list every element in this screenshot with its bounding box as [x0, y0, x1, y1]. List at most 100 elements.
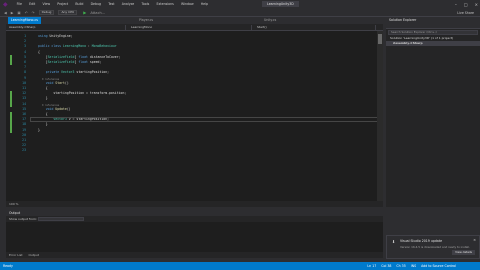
code-line[interactable]: [SerializeField] float distanceToCover; — [38, 55, 121, 59]
codelens-references[interactable]: 0 references — [42, 104, 59, 108]
minimize-icon[interactable]: – — [455, 0, 457, 9]
document-tabs: LearningMono.cs Player.cs Unity.cs — [6, 17, 383, 24]
notification-title: Visual Studio 2019 update — [400, 239, 443, 243]
line-number: 18 — [22, 122, 26, 127]
line-number: 16 — [22, 112, 26, 116]
visual-studio-logo-icon: ◆ — [3, 0, 8, 8]
code-line[interactable]: [SerializeField] float speed; — [38, 60, 102, 64]
start-button[interactable]: Attach... — [90, 11, 105, 15]
line-number: 11 — [22, 86, 26, 90]
window-controls: – □ × — [455, 0, 478, 9]
menu-help[interactable]: Help — [197, 0, 211, 9]
scrollbar-thumb[interactable] — [378, 34, 382, 44]
menu-extensions[interactable]: Extensions — [153, 0, 178, 9]
forward-icon[interactable]: ▶ — [11, 11, 14, 15]
member-dropdown[interactable]: Start() — [254, 25, 376, 30]
solution-explorer-toolbar — [386, 23, 480, 29]
project-node[interactable]: Assembly-CSharp — [386, 41, 480, 46]
update-notification: ⬇ Visual Studio 2019 update Version 16.4… — [386, 235, 480, 259]
tab-output[interactable]: Output — [26, 252, 42, 258]
code-line[interactable]: private Vector3 startingPosition; — [38, 70, 109, 74]
status-bar: Ready Ln 17 Col 38 Ch 35 INS Add to Sour… — [0, 262, 480, 270]
menu-project[interactable]: Project — [54, 0, 72, 9]
platform-dropdown[interactable]: Any CPU — [58, 10, 78, 15]
solution-explorer-panel: Solution Explorer Search Solution Explor… — [386, 17, 480, 207]
line-number: 15 — [22, 106, 26, 111]
save-icon[interactable]: ▣ — [17, 11, 20, 15]
line-number: 6 — [24, 60, 26, 64]
line-number: 2 — [24, 39, 26, 44]
code-line[interactable]: public class LearningMono : MonoBehaviou… — [38, 44, 117, 48]
configuration-dropdown[interactable]: Debug — [38, 10, 55, 15]
line-number: 20 — [22, 132, 26, 137]
view-details-button[interactable]: View details — [452, 250, 475, 255]
code-area[interactable]: using UnityEngine; public class LearningM… — [30, 31, 383, 207]
source-control-button[interactable]: Add to Source Control — [421, 262, 456, 270]
class-dropdown[interactable]: LearningMono — [128, 25, 252, 30]
solution-search-input[interactable]: Search Solution Explorer (Ctrl+;) — [388, 30, 478, 35]
line-number: 1 — [24, 34, 26, 38]
menu-build[interactable]: Build — [72, 0, 87, 9]
redo-icon[interactable]: ↷ — [32, 11, 35, 15]
code-line[interactable]: { — [38, 86, 48, 90]
line-number: 21 — [22, 138, 26, 142]
play-icon[interactable]: ▶ — [83, 10, 86, 15]
line-number: 4 — [24, 49, 26, 54]
tab-player[interactable]: Player.cs — [136, 17, 156, 24]
codelens-references[interactable]: 0 references — [42, 78, 59, 82]
line-number: 13 — [22, 96, 26, 101]
tab-error-list[interactable]: Error List — [6, 252, 26, 258]
close-icon[interactable]: × — [475, 0, 478, 9]
status-line: Ln 17 — [367, 264, 377, 268]
menu-test[interactable]: Test — [105, 0, 118, 9]
code-line[interactable]: { — [38, 50, 40, 54]
tab-unity[interactable]: Unity.cs — [261, 17, 279, 24]
toolbar: ◀ ▶ ▣ ↶ ↷ Debug Any CPU ▶ Attach... Live… — [0, 9, 480, 17]
vertical-scrollbar[interactable] — [377, 31, 383, 207]
status-insert-mode: INS — [410, 264, 417, 268]
change-indicator — [10, 112, 12, 133]
line-number: 5 — [24, 54, 26, 59]
line-number: 12 — [22, 91, 26, 96]
output-source-label: Show output from: — [9, 217, 37, 221]
line-number: 17 — [22, 117, 26, 122]
menu-view[interactable]: View — [39, 0, 54, 9]
status-text: Ready — [3, 264, 13, 268]
menu-debug[interactable]: Debug — [87, 0, 105, 9]
output-text-area[interactable] — [6, 222, 383, 252]
change-indicator — [10, 91, 12, 107]
bottom-panel-tabs: Error List Output — [6, 252, 383, 258]
line-number: 23 — [22, 148, 26, 153]
maximize-icon[interactable]: □ — [464, 0, 468, 9]
live-share-button[interactable]: Live Share — [457, 11, 474, 15]
window-title: LearningUnity3D — [262, 1, 299, 7]
line-number-gutter: 1 2 3 4 5 6 7 8 9 10 11 12 13 14 15 16 17 18 19 20 21 22 23 — [6, 31, 30, 207]
project-dropdown[interactable]: Assembly-CSharp — [6, 25, 126, 30]
line-number: 7 — [24, 65, 26, 70]
line-number: 3 — [24, 44, 26, 49]
menu-bar: ◆ File Edit View Project Build Debug Tes… — [0, 0, 480, 9]
close-notification-icon[interactable]: × — [473, 238, 476, 242]
line-number: 19 — [22, 127, 26, 132]
code-line[interactable]: } — [38, 128, 40, 132]
current-line-highlight — [30, 116, 383, 122]
code-line[interactable]: { — [38, 112, 48, 116]
output-source-dropdown[interactable] — [37, 217, 84, 221]
menu-tools[interactable]: Tools — [138, 0, 153, 9]
menu-file[interactable]: File — [13, 0, 26, 9]
code-line[interactable]: using UnityEngine; — [38, 34, 73, 38]
change-indicator — [10, 54, 12, 66]
line-number: 22 — [22, 143, 26, 148]
zoom-level[interactable]: 100 % — [6, 201, 383, 207]
tab-learningmono[interactable]: LearningMono.cs — [8, 17, 41, 24]
menu-window[interactable]: Window — [177, 0, 197, 9]
undo-icon[interactable]: ↶ — [25, 11, 28, 15]
notification-text: Version 16.4.5 is downloaded and ready t… — [400, 245, 470, 249]
code-line[interactable]: } — [38, 122, 48, 126]
status-column: Col 38 — [381, 264, 392, 268]
menu-edit[interactable]: Edit — [26, 0, 39, 9]
code-line[interactable]: } — [38, 96, 48, 100]
back-icon[interactable]: ◀ — [4, 11, 7, 15]
code-line[interactable]: startingPosition = transform.position; — [38, 91, 126, 95]
menu-analyze[interactable]: Analyze — [118, 0, 138, 9]
